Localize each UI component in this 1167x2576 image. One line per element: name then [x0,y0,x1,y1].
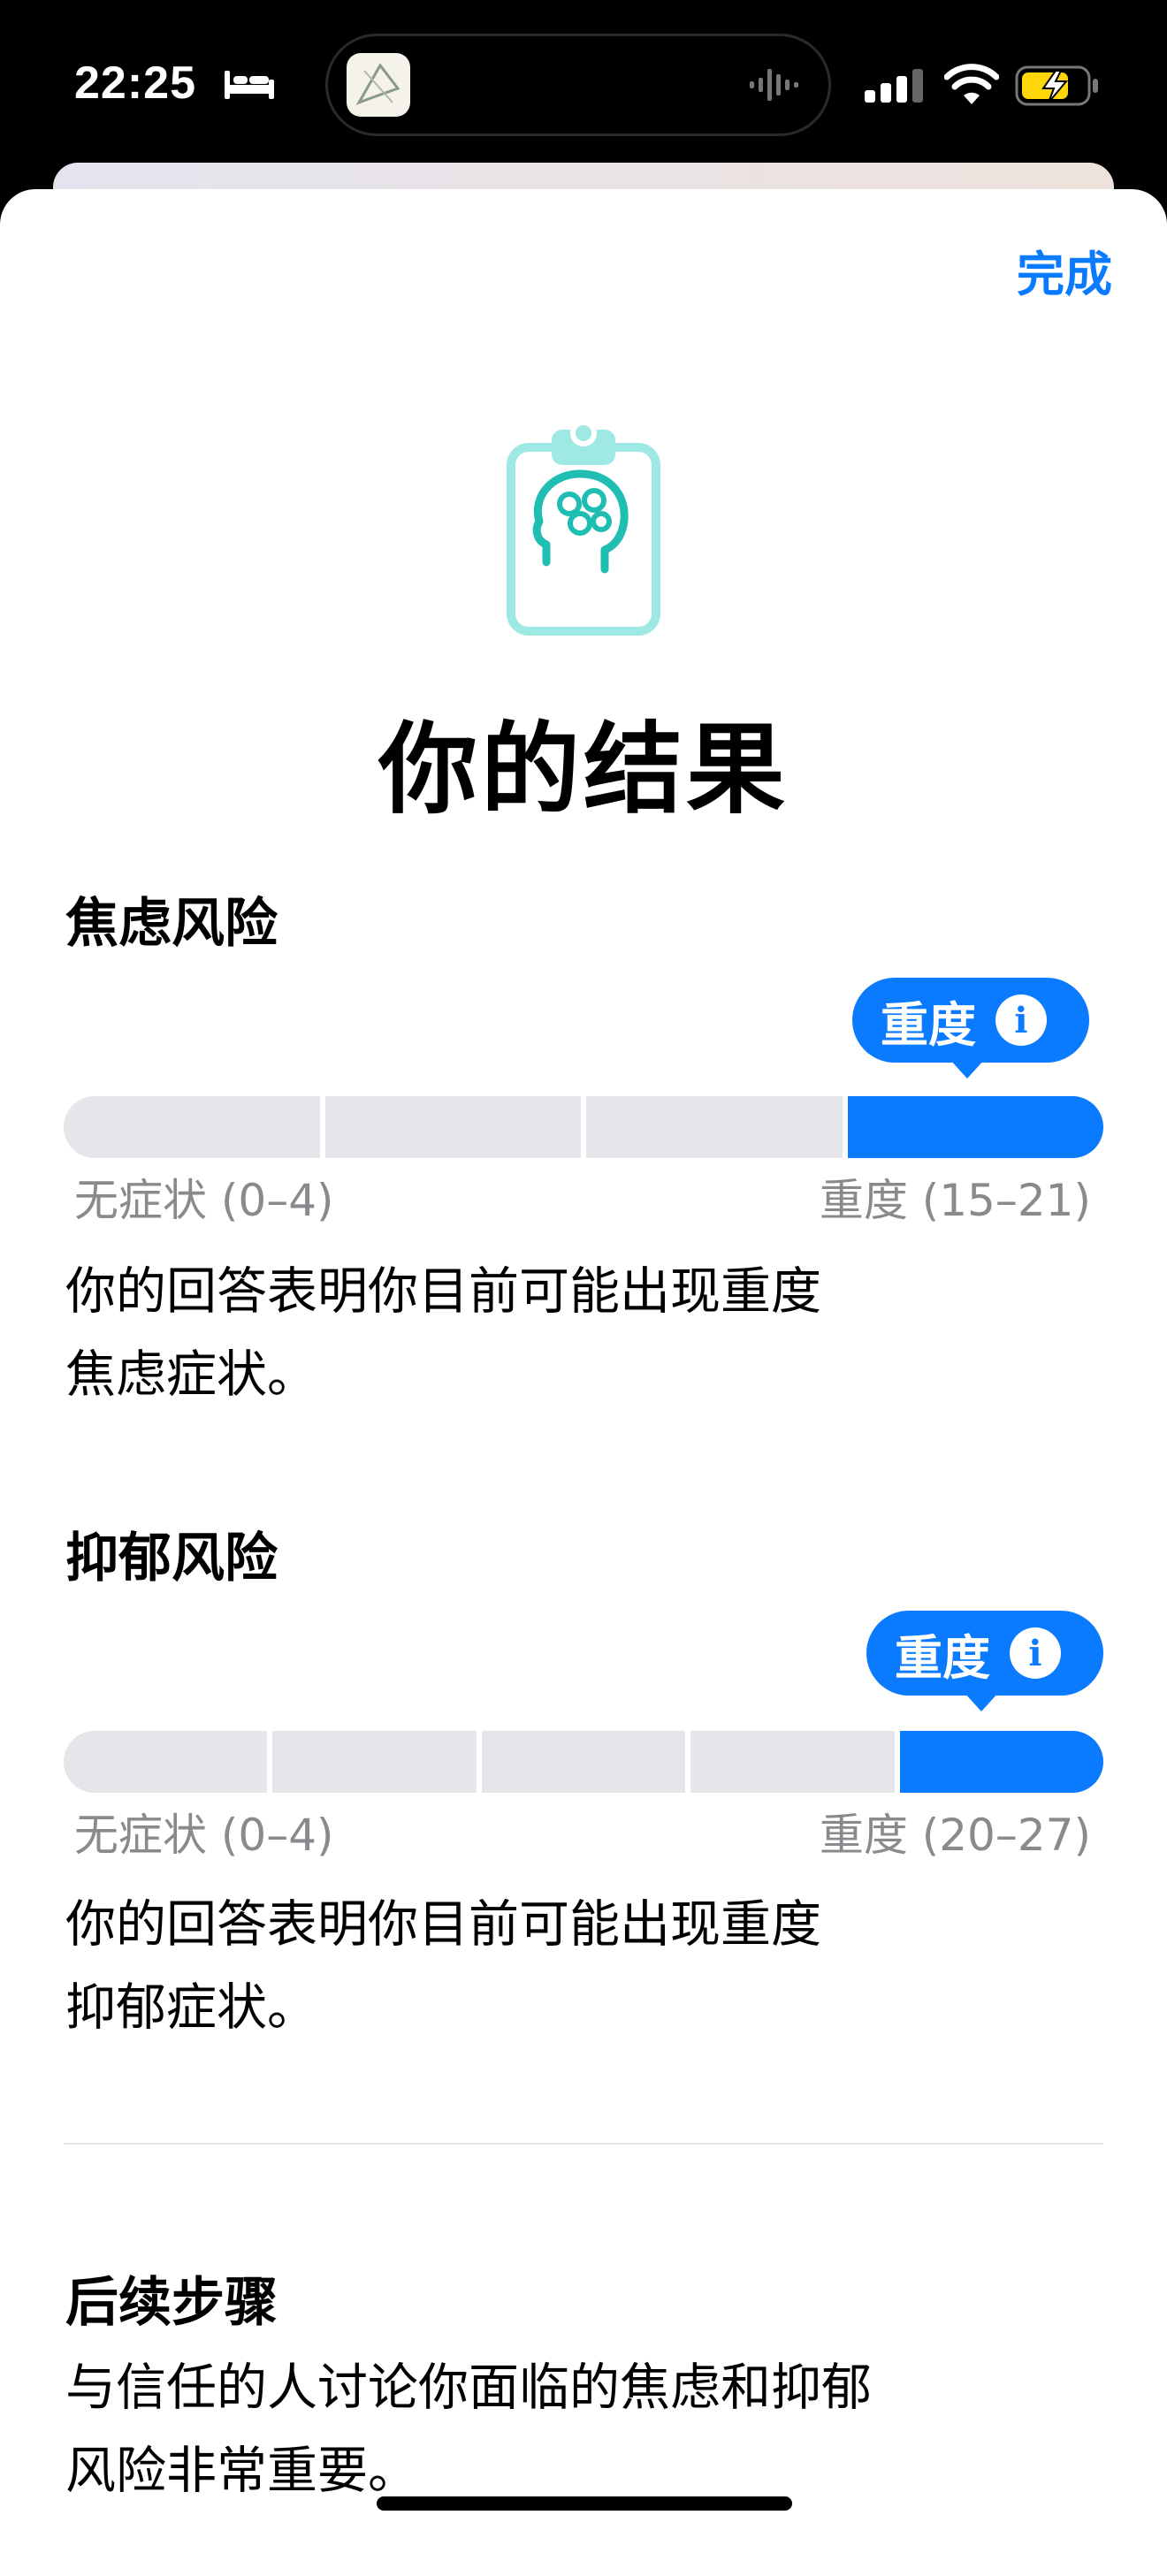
anxiety-segment-1 [64,1096,320,1158]
status-time: 22:25 [74,57,196,109]
mental-health-clipboard-icon [507,420,660,636]
anxiety-max-label: 重度 (15–21) [819,1175,1091,1226]
bed-icon [225,71,274,99]
home-indicator[interactable] [377,2496,792,2511]
section-divider [64,2143,1103,2145]
depression-segment-1 [64,1731,268,1793]
depression-description: 你的回答表明你目前可能出现重度 抑郁症状。 [65,1883,1038,2049]
depression-segment-2 [272,1731,477,1793]
anxiety-badge-label: 重度 [881,996,976,1053]
next-steps-line-1: 与信任的人讨论你面临的焦虑和抑郁 [65,2359,872,2417]
depression-description-line-1: 你的回答表明你目前可能出现重度 [65,1895,821,1954]
depression-severity-badge[interactable]: 重度 i [866,1611,1103,1696]
depression-segment-3 [481,1731,686,1793]
depression-badge-label: 重度 [895,1629,990,1686]
depression-scale-bar [64,1731,1103,1793]
battery-charging-icon [1015,65,1098,106]
audio-wave-icon [750,69,798,101]
anxiety-badge-pointer [950,1059,985,1078]
app-thumbnail[interactable] [347,53,410,117]
anxiety-severity-badge[interactable]: 重度 i [852,978,1089,1063]
cellular-signal-icon [865,69,923,103]
depression-min-label: 无症状 (0–4) [74,1810,334,1861]
anxiety-description-line-2: 焦虑症状。 [65,1345,317,1404]
next-steps-text: 与信任的人讨论你面临的焦虑和抑郁 风险非常重要。 [65,2346,1038,2512]
app-thumbnail-icon [355,63,400,105]
depression-segment-5 [899,1731,1103,1793]
anxiety-scale-bar [64,1096,1103,1158]
anxiety-segment-2 [324,1096,581,1158]
next-steps-heading: 后续步骤 [65,2272,278,2334]
anxiety-heading: 焦虑风险 [65,893,278,955]
wifi-icon [944,64,999,104]
done-button[interactable]: 完成 [1017,235,1112,305]
page-title: 你的结果 [378,713,789,827]
info-icon[interactable]: i [1010,1627,1061,1679]
depression-badge-pointer [964,1692,999,1711]
anxiety-min-label: 无症状 (0–4) [74,1175,334,1226]
depression-heading: 抑郁风险 [65,1528,278,1589]
depression-segment-4 [690,1731,895,1793]
anxiety-segment-3 [586,1096,843,1158]
depression-description-line-2: 抑郁症状。 [65,1978,317,2037]
info-icon[interactable]: i [995,995,1047,1046]
anxiety-segment-4 [847,1096,1103,1158]
depression-max-label: 重度 (20–27) [819,1810,1091,1861]
anxiety-description-line-1: 你的回答表明你目前可能出现重度 [65,1262,821,1321]
anxiety-description: 你的回答表明你目前可能出现重度 焦虑症状。 [65,1250,1038,1416]
